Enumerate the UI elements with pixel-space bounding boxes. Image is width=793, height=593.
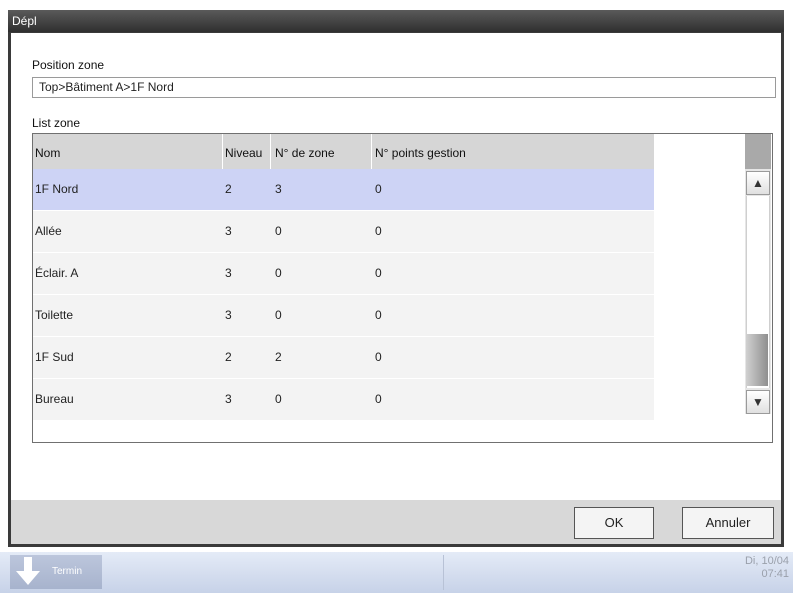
- cell-zone: 0: [275, 392, 282, 406]
- cell-zone: 0: [275, 266, 282, 280]
- table-row[interactable]: Éclair. A 3 0 0: [33, 253, 654, 295]
- cell-zone: 0: [275, 224, 282, 238]
- cell-points: 0: [375, 224, 382, 238]
- cell-points: 0: [375, 266, 382, 280]
- column-header-zone[interactable]: N° de zone: [275, 134, 335, 169]
- position-zone-field: Top>Bâtiment A>1F Nord: [32, 77, 776, 98]
- scrollbar-header-cap: [745, 134, 771, 169]
- table-row[interactable]: Toilette 3 0 0: [33, 295, 654, 337]
- cell-nom: Toilette: [35, 308, 74, 322]
- column-divider: [270, 134, 271, 169]
- taskbar: Termin Di, 10/04 07:41: [0, 552, 793, 593]
- column-header-niveau[interactable]: Niveau: [225, 134, 262, 169]
- table-row[interactable]: Allée 3 0 0: [33, 211, 654, 253]
- table-row[interactable]: 1F Nord 2 3 0: [33, 169, 654, 211]
- taskbar-button-label: Termin: [52, 566, 83, 577]
- scroll-up-button[interactable]: ▲: [746, 171, 770, 195]
- cell-nom: Allée: [35, 224, 62, 238]
- zone-list: Nom Niveau N° de zone N° points gestion …: [32, 133, 773, 443]
- cell-zone: 0: [275, 308, 282, 322]
- cell-points: 0: [375, 308, 382, 322]
- clock-time: 07:41: [761, 568, 789, 580]
- cell-nom: Éclair. A: [35, 266, 79, 280]
- cell-niveau: 3: [225, 224, 232, 238]
- cell-niveau: 2: [225, 350, 232, 364]
- clock: Di, 10/04 07:41: [745, 555, 789, 581]
- cell-niveau: 3: [225, 392, 232, 406]
- cell-niveau: 2: [225, 182, 232, 196]
- cell-nom: 1F Sud: [35, 350, 74, 364]
- cell-zone: 3: [275, 182, 282, 196]
- column-divider: [222, 134, 223, 169]
- column-divider: [371, 134, 372, 169]
- cell-zone: 2: [275, 350, 282, 364]
- arrow-down-icon: [16, 557, 40, 585]
- ok-button[interactable]: OK: [574, 507, 654, 539]
- triangle-up-icon: ▲: [752, 176, 764, 190]
- cell-niveau: 3: [225, 266, 232, 280]
- cell-nom: 1F Nord: [35, 182, 79, 196]
- cell-nom: Bureau: [35, 392, 74, 406]
- cell-points: 0: [375, 392, 382, 406]
- cancel-button[interactable]: Annuler: [682, 507, 774, 539]
- taskbar-divider: [443, 555, 444, 590]
- cell-points: 0: [375, 182, 382, 196]
- list-scrollbar[interactable]: ▲ ▼: [745, 134, 771, 414]
- clock-date: Di, 10/04: [744, 555, 789, 567]
- column-header-nom[interactable]: Nom: [35, 134, 60, 169]
- cell-points: 0: [375, 350, 382, 364]
- column-header-points[interactable]: N° points gestion: [375, 134, 466, 169]
- position-zone-label: Position zone: [32, 58, 105, 72]
- cell-niveau: 3: [225, 308, 232, 322]
- dialog-button-bar: OK Annuler: [11, 500, 781, 544]
- scroll-down-button[interactable]: ▼: [746, 390, 770, 414]
- taskbar-termin-button[interactable]: Termin: [10, 555, 102, 589]
- table-row[interactable]: 1F Sud 2 2 0: [33, 337, 654, 379]
- zone-move-dialog: Position zone Top>Bâtiment A>1F Nord Lis…: [11, 33, 781, 544]
- scrollbar-thumb[interactable]: [746, 334, 768, 386]
- triangle-down-icon: ▼: [752, 395, 764, 409]
- window-title: Dépl: [12, 14, 37, 28]
- table-row[interactable]: Bureau 3 0 0: [33, 379, 654, 421]
- title-bar: Dépl: [8, 10, 784, 32]
- list-zone-label: List zone: [32, 116, 81, 130]
- table-header: Nom Niveau N° de zone N° points gestion: [33, 134, 654, 169]
